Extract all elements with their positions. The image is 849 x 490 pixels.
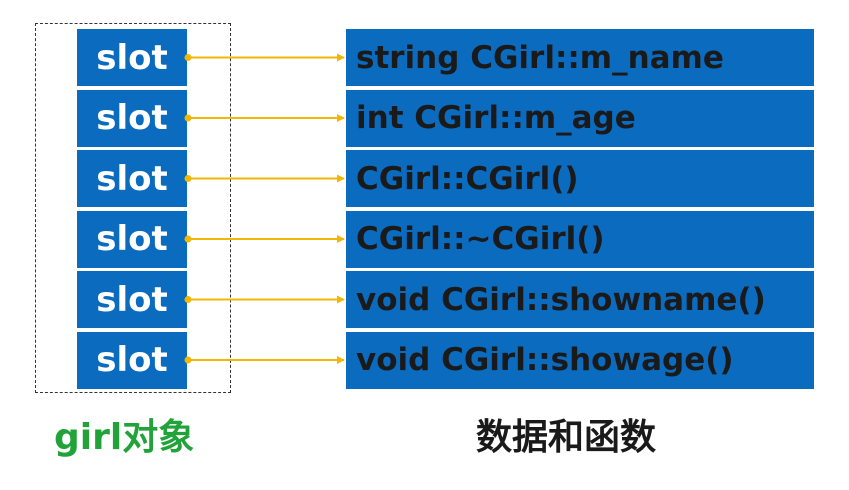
slot-box: slot — [77, 150, 187, 207]
member-box-age: int CGirl::m_age — [346, 89, 814, 147]
member-box-showage: void CGirl::showage() — [346, 331, 814, 389]
slot-box: slot — [77, 331, 187, 389]
member-box-destructor: CGirl::~CGirl() — [346, 210, 814, 268]
slot-box: slot — [77, 89, 187, 147]
member-box-name: string CGirl::m_name — [346, 29, 814, 86]
object-caption: girl对象 — [54, 417, 195, 458]
slot-box: slot — [77, 29, 187, 86]
data-functions-caption: 数据和函数 — [476, 417, 657, 458]
slot-box: slot — [77, 210, 187, 268]
member-box-showname: void CGirl::showname() — [346, 271, 814, 328]
slot-box: slot — [77, 271, 187, 328]
member-box-constructor: CGirl::CGirl() — [346, 150, 814, 207]
